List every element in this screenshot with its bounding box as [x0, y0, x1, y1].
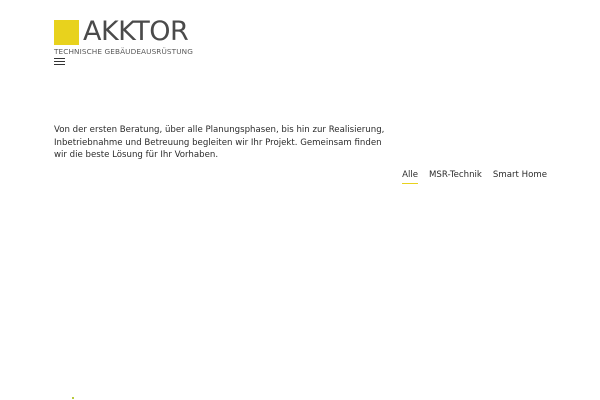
menu-line: [54, 58, 65, 59]
menu-line: [54, 61, 65, 62]
decorative-dot: [72, 397, 74, 399]
brand-logo[interactable]: AKKTOR TECHNISCHE GEBÄUDEAUSRÜSTUNG: [54, 16, 214, 58]
menu-line: [54, 64, 65, 65]
filter-msr-technik[interactable]: MSR-Technik: [429, 170, 482, 184]
intro-text: Von der ersten Beratung, über alle Planu…: [54, 125, 385, 160]
brand-name: AKKTOR: [83, 16, 189, 47]
page: AKKTOR TECHNISCHE GEBÄUDEAUSRÜSTUNG Von …: [0, 0, 600, 400]
hamburger-menu-icon[interactable]: [54, 57, 65, 66]
logo-square-mark: [54, 20, 79, 45]
filter-alle[interactable]: Alle: [402, 170, 419, 184]
brand-tagline: TECHNISCHE GEBÄUDEAUSRÜSTUNG: [54, 47, 193, 56]
portfolio-filter-bar: Alle MSR-Technik Smart Home: [402, 170, 547, 184]
filter-smart-home[interactable]: Smart Home: [493, 170, 547, 184]
